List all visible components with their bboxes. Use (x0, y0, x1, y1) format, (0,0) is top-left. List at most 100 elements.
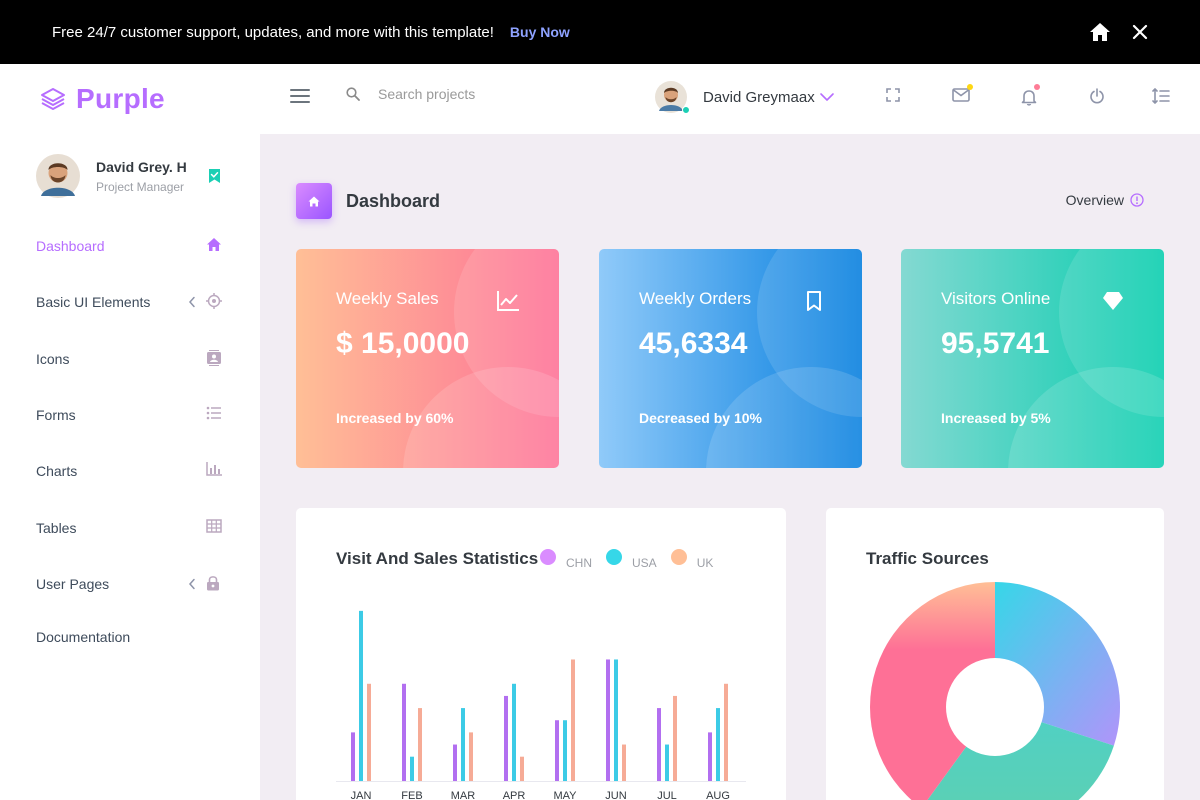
user-menu[interactable]: David Greymaax (655, 81, 835, 114)
sidebar-item-tables[interactable]: Tables (36, 516, 226, 540)
sidebar-item-label: Charts (36, 463, 78, 479)
chart-line-icon (497, 291, 519, 316)
sidebar-item-user-pages[interactable]: User Pages (36, 572, 226, 596)
bar-chart-icon (206, 462, 222, 481)
contacts-icon (206, 350, 222, 371)
info-circle-icon (1130, 193, 1144, 207)
bar-chn-aug[interactable] (708, 732, 712, 781)
visit-sales-bar-chart: JAN FEB MAR APR MAY JUN JUL AUG (336, 610, 746, 800)
bar-usa-mar[interactable] (461, 708, 465, 781)
search-input[interactable] (378, 86, 598, 102)
search-bar (346, 86, 598, 102)
bar-chn-mar[interactable] (453, 744, 457, 781)
chevron-left-icon (188, 295, 196, 313)
bar-uk-jun[interactable] (622, 744, 626, 781)
legend-dot (670, 549, 687, 565)
sidebar-item-forms[interactable]: Forms (36, 403, 226, 427)
profile-avatar (36, 154, 80, 198)
home-icon[interactable] (1090, 23, 1110, 41)
banner-actions (1090, 0, 1148, 64)
power-icon[interactable] (1089, 88, 1105, 109)
fullscreen-icon[interactable] (886, 88, 900, 107)
legend-label: CHN (566, 556, 592, 570)
bar-chn-apr[interactable] (504, 695, 508, 781)
lock-icon (206, 575, 220, 596)
sidebar-item-label: Forms (36, 407, 76, 423)
sidebar-item-documentation[interactable]: Documentation (36, 625, 226, 649)
bell-icon[interactable] (1021, 84, 1040, 111)
chevron-left-icon (188, 577, 196, 595)
sidebar-item-icons[interactable]: Icons (36, 347, 226, 371)
close-icon[interactable] (1132, 24, 1148, 40)
layers-icon (41, 88, 65, 110)
sidebar-item-charts[interactable]: Charts (36, 459, 226, 483)
page-home-icon (296, 183, 332, 219)
bar-chn-jun[interactable] (606, 659, 610, 781)
sidebar-item-basic-ui-elements[interactable]: Basic UI Elements (36, 290, 226, 314)
top-navbar: Purple David Greymaax (0, 64, 1200, 134)
weekly-orders-card[interactable]: Weekly Orders 45,6334 Decreased by 10% (599, 249, 862, 468)
promo-banner: Free 24/7 customer support, updates, and… (0, 0, 1200, 64)
brand-name: Purple (76, 83, 165, 114)
format-list-icon[interactable] (1152, 87, 1170, 109)
sidebar-item-label: User Pages (36, 576, 110, 592)
menu-icon (290, 89, 310, 103)
profile-role: Project Manager (96, 179, 185, 194)
bar-uk-feb[interactable] (418, 708, 422, 781)
crosshairs-icon (206, 293, 222, 314)
stat-note: Increased by 60% (336, 410, 454, 426)
bar-usa-jul[interactable] (665, 744, 669, 781)
stat-title: Visitors Online (941, 289, 1051, 308)
x-tick-label: APR (503, 790, 526, 800)
mail-badge (967, 84, 973, 90)
mail-icon[interactable] (952, 84, 973, 107)
stat-value: $ 15,0000 (336, 327, 470, 360)
bar-chn-feb[interactable] (402, 683, 406, 781)
overview-link[interactable]: Overview (1066, 192, 1144, 208)
profile-name: David Grey. H (96, 158, 187, 175)
sidebar: David Grey. H Project Manager Dashboard … (0, 134, 260, 800)
traffic-sources-title: Traffic Sources (866, 549, 989, 568)
x-tick-label: AUG (706, 790, 730, 800)
bar-usa-jan[interactable] (359, 610, 363, 781)
brand-logo[interactable]: Purple (40, 64, 165, 134)
bar-uk-jul[interactable] (673, 695, 677, 781)
bar-uk-jan[interactable] (367, 683, 371, 781)
stat-title: Weekly Sales (336, 289, 439, 308)
bar-usa-feb[interactable] (410, 756, 414, 781)
legend-label: USA (632, 556, 657, 570)
sidebar-item-label: Tables (36, 520, 77, 536)
legend-item-chn[interactable]: CHN (540, 548, 592, 570)
sidebar-item-dashboard[interactable]: Dashboard (36, 234, 226, 258)
sidebar-profile[interactable]: David Grey. H Project Manager (36, 154, 187, 198)
sidebar-item-label: Icons (36, 351, 70, 367)
legend-dot (540, 549, 556, 565)
traffic-sources-donut-chart (870, 582, 1120, 800)
page-title: Dashboard (346, 190, 441, 211)
online-status-dot (682, 106, 690, 114)
buy-now-link[interactable]: Buy Now (510, 24, 570, 40)
bookmark-check-icon (208, 168, 221, 189)
stat-value: 95,5741 (941, 327, 1050, 360)
visitors-online-card[interactable]: Visitors Online 95,5741 Increased by 5% (901, 249, 1164, 468)
bar-usa-jun[interactable] (614, 659, 618, 781)
bar-uk-may[interactable] (571, 659, 575, 781)
legend-item-uk[interactable]: UK (670, 548, 714, 570)
menu-toggle-button[interactable] (290, 88, 310, 109)
bar-chn-jan[interactable] (351, 732, 355, 781)
bar-chn-jul[interactable] (657, 708, 661, 781)
bar-uk-aug[interactable] (724, 683, 728, 781)
home-icon (206, 237, 222, 257)
sidebar-item-label: Basic UI Elements (36, 294, 151, 310)
legend-item-usa[interactable]: USA (606, 548, 657, 570)
bar-uk-mar[interactable] (469, 732, 473, 781)
bookmark-icon (806, 291, 822, 316)
bar-uk-apr[interactable] (520, 756, 524, 781)
stat-title: Weekly Orders (639, 289, 752, 308)
weekly-sales-card[interactable]: Weekly Sales $ 15,0000 Increased by 60% (296, 249, 559, 468)
bar-usa-may[interactable] (563, 720, 567, 781)
legend-label: UK (696, 556, 714, 570)
bar-usa-apr[interactable] (512, 683, 516, 781)
bar-usa-aug[interactable] (716, 708, 720, 781)
bar-chn-may[interactable] (555, 720, 559, 781)
